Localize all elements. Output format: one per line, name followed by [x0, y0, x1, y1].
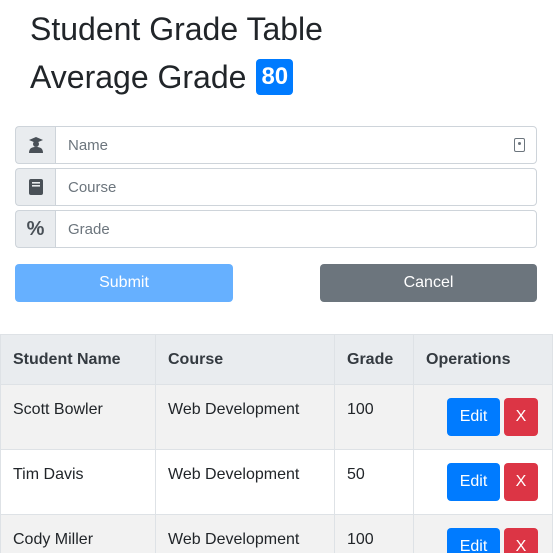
grade-table: Student Name Course Grade Operations Sco… — [0, 334, 553, 553]
table-row: Cody Miller Web Development 100 Edit X — [0, 514, 553, 553]
grade-field-group: % — [15, 210, 537, 248]
course-input[interactable] — [55, 168, 537, 206]
name-field-group — [15, 126, 537, 164]
delete-button[interactable]: X — [504, 463, 538, 501]
cell-grade: 50 — [334, 449, 414, 515]
cell-grade: 100 — [334, 514, 414, 553]
submit-button[interactable]: Submit — [15, 264, 233, 302]
header-student-name: Student Name — [0, 334, 156, 385]
course-field-group — [15, 168, 537, 206]
cell-student-name: Cody Miller — [0, 514, 156, 553]
cell-operations: Edit X — [413, 514, 553, 553]
cell-course: Web Development — [155, 449, 335, 515]
table-header-row: Student Name Course Grade Operations — [0, 334, 553, 385]
cell-operations: Edit X — [413, 384, 553, 450]
book-icon — [15, 168, 55, 206]
graduate-icon — [15, 126, 55, 164]
delete-button[interactable]: X — [504, 398, 538, 436]
cell-grade: 100 — [334, 384, 414, 450]
grade-input[interactable] — [55, 210, 537, 248]
header-course: Course — [155, 334, 335, 385]
table-row: Scott Bowler Web Development 100 Edit X — [0, 384, 553, 450]
name-input[interactable] — [55, 126, 537, 164]
contact-card-icon — [514, 138, 525, 152]
edit-button[interactable]: Edit — [447, 398, 500, 436]
cell-operations: Edit X — [413, 449, 553, 515]
cancel-button[interactable]: Cancel — [320, 264, 537, 302]
cell-student-name: Tim Davis — [0, 449, 156, 515]
average-label: Average Grade — [30, 59, 247, 95]
average-badge: 80 — [256, 59, 294, 95]
average-heading: Average Grade 80 — [30, 59, 294, 95]
delete-button[interactable]: X — [504, 528, 538, 553]
edit-button[interactable]: Edit — [447, 528, 500, 553]
cell-course: Web Development — [155, 514, 335, 553]
page-title: Student Grade Table — [30, 11, 323, 47]
header-operations: Operations — [413, 334, 553, 385]
table-row: Tim Davis Web Development 50 Edit X — [0, 449, 553, 515]
cell-course: Web Development — [155, 384, 335, 450]
cell-student-name: Scott Bowler — [0, 384, 156, 450]
edit-button[interactable]: Edit — [447, 463, 500, 501]
percent-icon: % — [15, 210, 55, 248]
header-grade: Grade — [334, 334, 414, 385]
percent-icon-glyph: % — [26, 217, 45, 240]
